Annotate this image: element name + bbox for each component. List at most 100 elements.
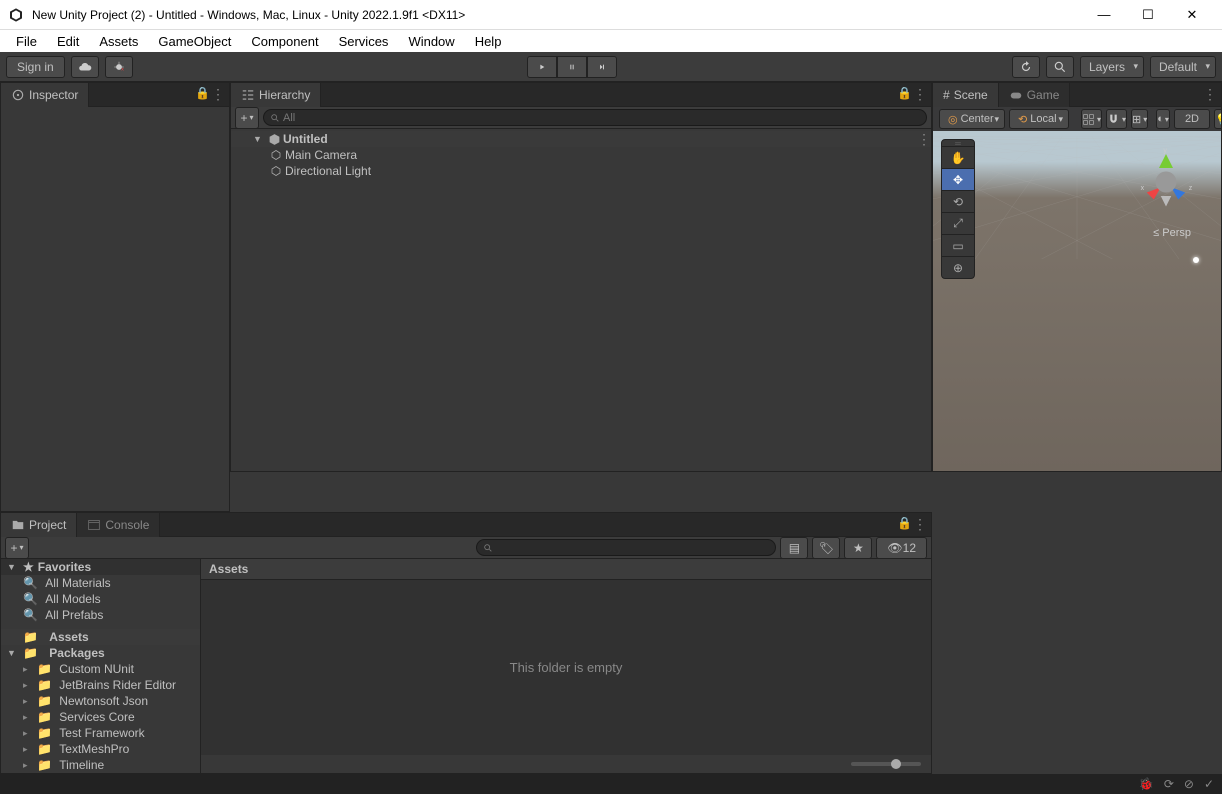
menu-gameobject[interactable]: GameObject xyxy=(150,32,239,51)
layers-dropdown[interactable]: Layers xyxy=(1080,56,1144,78)
bug-icon[interactable]: 🐞 xyxy=(1139,777,1154,791)
lock-icon[interactable]: 🔒 xyxy=(897,86,911,103)
pause-button[interactable] xyxy=(557,56,587,78)
menu-file[interactable]: File xyxy=(8,32,45,51)
projection-label[interactable]: ≤ Persp xyxy=(1153,227,1191,239)
search-icon xyxy=(483,543,493,553)
2d-toggle[interactable]: 2D xyxy=(1174,109,1210,129)
menu-window[interactable]: Window xyxy=(400,32,462,51)
package-item[interactable]: ▸📁 Newtonsoft Json xyxy=(1,693,200,709)
package-item[interactable]: ▸📁 JetBrains Rider Editor xyxy=(1,677,200,693)
layout-dropdown[interactable]: Default xyxy=(1150,56,1216,78)
project-search[interactable] xyxy=(476,539,776,556)
project-tab[interactable]: Project xyxy=(1,513,77,537)
scale-tool[interactable]: ⤢ xyxy=(942,212,974,234)
signin-button[interactable]: Sign in xyxy=(6,56,65,78)
transform-tool[interactable]: ⊕ xyxy=(942,256,974,278)
folder-icon: 📁 xyxy=(23,630,38,644)
hierarchy-tab[interactable]: Hierarchy xyxy=(231,83,321,107)
panel-menu-button[interactable]: ⋮ xyxy=(913,516,927,533)
gameobject-row[interactable]: Directional Light xyxy=(231,163,931,179)
rect-tool[interactable]: ▭ xyxy=(942,234,974,256)
window-close-button[interactable]: ✕ xyxy=(1170,1,1214,29)
game-tab[interactable]: Game xyxy=(999,83,1071,107)
scene-icon: # xyxy=(943,88,950,102)
lock-icon[interactable]: 🔒 xyxy=(897,516,911,533)
grid-visibility-button[interactable]: ⊞▾ xyxy=(1131,109,1148,129)
hierarchy-search[interactable]: All xyxy=(263,109,927,126)
rotate-tool[interactable]: ⟲ xyxy=(942,190,974,212)
hidden-packages-button[interactable]: 👁12 xyxy=(876,537,927,559)
favorite-item[interactable]: 🔍 All Models xyxy=(1,591,200,607)
step-button[interactable] xyxy=(587,56,617,78)
assets-header[interactable]: 📁 Assets xyxy=(1,629,200,645)
package-item[interactable]: ▸📁 Custom NUnit xyxy=(1,661,200,677)
favorite-item[interactable]: 🔍 All Prefabs xyxy=(1,607,200,623)
favorite-search-button[interactable]: ★ xyxy=(844,537,872,559)
create-dropdown[interactable]: +▾ xyxy=(235,107,259,129)
check-icon[interactable]: ✓ xyxy=(1204,777,1214,791)
step-icon xyxy=(598,60,606,74)
play-button[interactable] xyxy=(527,56,557,78)
folder-icon: 📁 xyxy=(37,678,52,692)
snap-increment-button[interactable]: ▾ xyxy=(1106,109,1127,129)
bug-button[interactable]: x xyxy=(105,56,133,78)
hierarchy-tree[interactable]: ▼ Untitled ⋮ Main Camera Directional Lig… xyxy=(231,129,931,471)
menu-assets[interactable]: Assets xyxy=(91,32,146,51)
search-global-button[interactable] xyxy=(1046,56,1074,78)
package-item[interactable]: ▸📁 TextMeshPro xyxy=(1,741,200,757)
gameobject-row[interactable]: Main Camera xyxy=(231,147,931,163)
project-tab-label: Project xyxy=(29,518,66,532)
draw-mode-button[interactable]: ◐▾ xyxy=(1156,109,1170,129)
project-content[interactable]: Assets This folder is empty xyxy=(201,559,931,773)
cloud-button[interactable] xyxy=(71,56,99,78)
package-item[interactable]: ▸📁 Timeline xyxy=(1,757,200,773)
hand-tool[interactable]: ✋ xyxy=(942,146,974,168)
favorite-item[interactable]: 🔍 All Materials xyxy=(1,575,200,591)
menu-help[interactable]: Help xyxy=(467,32,510,51)
scene-toolbar: ◎Center ⟲Local ▾ ▾ ⊞▾ ◐▾ 2D 💡 🔊 ✨▾ 👁 📷▾ … xyxy=(933,107,1221,131)
scene-viewport[interactable]: ◎Center ⟲Local ▾ ▾ ⊞▾ ◐▾ 2D 💡 🔊 ✨▾ 👁 📷▾ … xyxy=(933,107,1221,471)
auto-refresh-icon[interactable]: ⟳ xyxy=(1164,777,1174,791)
project-tree[interactable]: ▼★Favorites 🔍 All Materials 🔍 All Models… xyxy=(1,559,201,773)
grid-snap-button[interactable]: ▾ xyxy=(1081,109,1102,129)
packages-header[interactable]: ▼📁 Packages xyxy=(1,645,200,661)
lock-icon[interactable]: 🔒 xyxy=(195,86,209,103)
favorites-header[interactable]: ▼★Favorites xyxy=(1,559,200,575)
bug-icon: x xyxy=(112,60,126,74)
menu-component[interactable]: Component xyxy=(243,32,326,51)
panel-menu-button[interactable]: ⋮ xyxy=(913,86,927,103)
inspector-body xyxy=(1,107,229,511)
move-tool[interactable]: ✥ xyxy=(942,168,974,190)
breadcrumb[interactable]: Assets xyxy=(201,559,931,580)
package-item[interactable]: ▸📁 Test Framework xyxy=(1,725,200,741)
thumbnail-size-slider[interactable] xyxy=(201,755,931,773)
menu-edit[interactable]: Edit xyxy=(49,32,87,51)
undo-history-button[interactable] xyxy=(1012,56,1040,78)
search-by-type-button[interactable]: ▤ xyxy=(780,537,808,559)
console-tab[interactable]: Console xyxy=(77,513,160,537)
menu-services[interactable]: Services xyxy=(331,32,397,51)
cache-icon[interactable]: ⊘ xyxy=(1184,777,1194,791)
panel-menu-button[interactable]: ⋮ xyxy=(1203,86,1217,103)
pivot-dropdown[interactable]: ◎Center xyxy=(939,109,1005,129)
camera-gizmo-dot[interactable] xyxy=(1193,257,1199,263)
panel-menu-button[interactable]: ⋮ xyxy=(211,86,225,103)
inspector-tab[interactable]: Inspector xyxy=(1,83,89,107)
project-create-dropdown[interactable]: +▾ xyxy=(5,537,29,559)
handle-dropdown[interactable]: ⟲Local xyxy=(1009,109,1069,129)
scene-tab[interactable]: # Scene xyxy=(933,83,999,107)
scene-row[interactable]: ▼ Untitled ⋮ xyxy=(231,131,931,147)
folder-icon: 📁 xyxy=(23,646,38,660)
window-minimize-button[interactable]: — xyxy=(1082,1,1126,29)
scene-menu-button[interactable]: ⋮ xyxy=(917,131,931,148)
window-maximize-button[interactable]: ☐ xyxy=(1126,1,1170,29)
package-item[interactable]: ▸📁 Services Core xyxy=(1,709,200,725)
search-by-label-button[interactable]: 🏷 xyxy=(812,537,840,559)
expand-arrow-icon[interactable]: ▼ xyxy=(253,134,265,144)
pause-icon xyxy=(568,60,576,74)
orientation-gizmo[interactable]: x z y xyxy=(1131,147,1201,217)
lighting-toggle[interactable]: 💡 xyxy=(1214,109,1221,129)
search-icon: 🔍 xyxy=(23,592,38,606)
empty-folder-message: This folder is empty xyxy=(201,580,931,755)
